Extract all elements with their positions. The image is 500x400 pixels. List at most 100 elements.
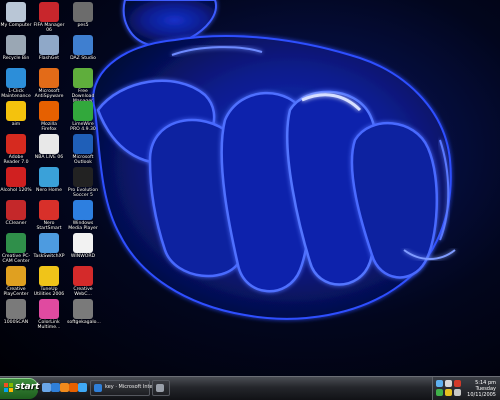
pes5-icon bbox=[73, 167, 93, 187]
antivirus-icon[interactable] bbox=[454, 380, 461, 387]
volume-icon[interactable] bbox=[445, 380, 452, 387]
desktop[interactable]: My Computer FIFA Manager 06 pes5 Recycle Bi… bbox=[0, 0, 500, 376]
folder-icon bbox=[73, 299, 93, 319]
limewire-icon bbox=[73, 101, 93, 121]
desktop-shortcut[interactable]: LimeWire PRO 4.9.30 bbox=[67, 101, 99, 132]
nero-home-icon bbox=[39, 167, 59, 187]
desktop-shortcut-label: Windows Media Player bbox=[68, 221, 98, 231]
desktop-shortcut[interactable]: TaskSwitchXP bbox=[33, 233, 65, 259]
clock-date: 10/11/2005 bbox=[467, 392, 496, 398]
desktop-shortcut[interactable]: Adobe Reader 7.0 bbox=[0, 134, 32, 165]
desktop-shortcut[interactable]: Nero Home bbox=[33, 167, 65, 193]
desktop-shortcut[interactable]: Alcohol 120% bbox=[0, 167, 32, 193]
desktop-shortcut-label: Creative PlayCenter bbox=[3, 287, 29, 297]
desktop-shortcut-label: aim bbox=[11, 122, 21, 127]
desktop-shortcut[interactable]: Creative PlayCenter bbox=[0, 266, 32, 297]
desktop-shortcut[interactable]: FlashGet bbox=[33, 35, 65, 61]
maintenance-icon bbox=[6, 68, 26, 88]
desktop-shortcut-label: Pro Evolution Soccer 5 bbox=[67, 188, 99, 198]
desktop-shortcut[interactable]: Pro Evolution Soccer 5 bbox=[67, 167, 99, 198]
desktop-shortcut-label: FlashGet bbox=[38, 56, 60, 61]
ccleaner-icon bbox=[6, 200, 26, 220]
network-icon[interactable] bbox=[436, 380, 443, 387]
desktop-shortcut[interactable]: 1-Click Maintenance bbox=[0, 68, 32, 99]
adobe-reader-icon bbox=[6, 134, 26, 154]
internet-explorer-icon[interactable] bbox=[51, 383, 60, 392]
windows-logo-icon bbox=[4, 383, 14, 393]
messenger-tray-icon[interactable] bbox=[436, 389, 443, 396]
aim-icon bbox=[6, 101, 26, 121]
fifa-manager-icon bbox=[39, 2, 59, 22]
outlook-icon bbox=[73, 134, 93, 154]
internet-explorer-icon bbox=[94, 384, 102, 392]
desktop-shortcut-label: TuneUp Utilities 2006 bbox=[33, 287, 65, 297]
window-icon bbox=[156, 384, 164, 392]
desktop-shortcut-label: Creative WebC... bbox=[73, 287, 93, 297]
desktop-shortcut-label: Nero Home bbox=[36, 188, 62, 193]
firefox-icon[interactable] bbox=[69, 383, 78, 392]
scan-folder-icon bbox=[6, 299, 26, 319]
desktop-shortcut-label: Alcohol 120% bbox=[0, 188, 32, 193]
desktop-shortcut[interactable]: Mozilla Firefox bbox=[33, 101, 65, 132]
desktop-shortcut-label: 1-Click Maintenance bbox=[1, 89, 31, 99]
desktop-shortcut-label: CCleaner bbox=[5, 221, 27, 226]
desktop-shortcut[interactable]: pes5 bbox=[67, 2, 99, 28]
start-button[interactable]: start bbox=[0, 378, 40, 399]
messenger-icon[interactable] bbox=[78, 383, 87, 392]
desktop-shortcut[interactable]: 1000SCAN bbox=[0, 299, 32, 325]
start-label: start bbox=[15, 382, 40, 392]
download-manager-icon bbox=[73, 68, 93, 88]
desktop-shortcut[interactable]: Recycle Bin bbox=[0, 35, 32, 61]
desktop-shortcut[interactable]: WINWORD bbox=[67, 233, 99, 259]
desktop-shortcut-label: softgekagalo... bbox=[67, 320, 101, 325]
desktop-shortcut-label: Microsoft AntiSpyware bbox=[34, 89, 64, 99]
desktop-shortcut[interactable]: TuneUp Utilities 2006 bbox=[33, 266, 65, 297]
tuneup-icon bbox=[39, 266, 59, 286]
nba-live-icon bbox=[39, 134, 59, 154]
nero-startsmart-icon bbox=[39, 200, 59, 220]
pc-cam-icon bbox=[6, 233, 26, 253]
update-icon[interactable] bbox=[445, 389, 452, 396]
recycle-bin-icon bbox=[6, 35, 26, 55]
taskbar: start key · Microsoft Intern... 5:14 pm … bbox=[0, 376, 500, 400]
desktop-shortcut[interactable]: Creative PC-CAM Center bbox=[0, 233, 32, 264]
antispyware-icon bbox=[39, 68, 59, 88]
media-player-icon[interactable] bbox=[60, 383, 69, 392]
taskswitch-icon bbox=[39, 233, 59, 253]
desktop-shortcut-label: pes5 bbox=[77, 23, 89, 28]
media-player-icon bbox=[73, 200, 93, 220]
desktop-shortcut[interactable]: Creative WebC... bbox=[67, 266, 99, 297]
computer-icon bbox=[6, 2, 26, 22]
desktop-shortcut[interactable]: Nero StartSmart bbox=[33, 200, 65, 231]
desktop-shortcut[interactable]: FIFA Manager 06 bbox=[33, 2, 65, 33]
desktop-icon-grid: My Computer FIFA Manager 06 pes5 Recycle Bi… bbox=[0, 0, 110, 376]
desktop-shortcut-label: WINWORD bbox=[70, 254, 96, 259]
desktop-shortcut[interactable]: Windows Media Player bbox=[67, 200, 99, 231]
desktop-shortcut-label: Mozilla Firefox bbox=[41, 122, 57, 132]
desktop-shortcut-label: NBA LIVE 06 bbox=[34, 155, 64, 160]
desktop-shortcut[interactable]: NBA LIVE 06 bbox=[33, 134, 65, 160]
desktop-shortcut[interactable]: My Computer bbox=[0, 2, 32, 28]
desktop-shortcut[interactable]: ColorLink Multime... bbox=[33, 299, 65, 330]
desktop-shortcut-label: 1000SCAN bbox=[3, 320, 29, 325]
folder-icon bbox=[73, 2, 93, 22]
desktop-shortcut-label: Microsoft Outlook bbox=[72, 155, 94, 165]
security-icon[interactable] bbox=[454, 389, 461, 396]
desktop-shortcut[interactable]: aim bbox=[0, 101, 32, 127]
desktop-shortcut[interactable]: softgekagalo... bbox=[67, 299, 101, 325]
desktop-shortcut[interactable]: CCleaner bbox=[0, 200, 32, 226]
desktop-shortcut[interactable]: Free Download Manager bbox=[67, 68, 99, 104]
flashget-icon bbox=[39, 35, 59, 55]
desktop-shortcut[interactable]: Microsoft AntiSpyware bbox=[33, 68, 65, 99]
desktop-shortcut-label: Creative PC-CAM Center bbox=[1, 254, 31, 264]
daz-studio-icon bbox=[73, 35, 93, 55]
desktop-shortcut[interactable]: Microsoft Outlook bbox=[67, 134, 99, 165]
desktop-shortcut[interactable]: DAZ Studio bbox=[67, 35, 99, 61]
desktop-shortcut-label: FIFA Manager 06 bbox=[33, 23, 65, 33]
alcohol-icon bbox=[6, 167, 26, 187]
taskbar-button-browser[interactable]: key · Microsoft Intern... bbox=[90, 380, 162, 396]
taskbar-button-window[interactable] bbox=[152, 380, 170, 396]
show-desktop-icon[interactable] bbox=[42, 383, 51, 392]
desktop-shortcut-label: My Computer bbox=[0, 23, 32, 28]
desktop-shortcut-label: LimeWire PRO 4.9.30 bbox=[70, 122, 96, 132]
